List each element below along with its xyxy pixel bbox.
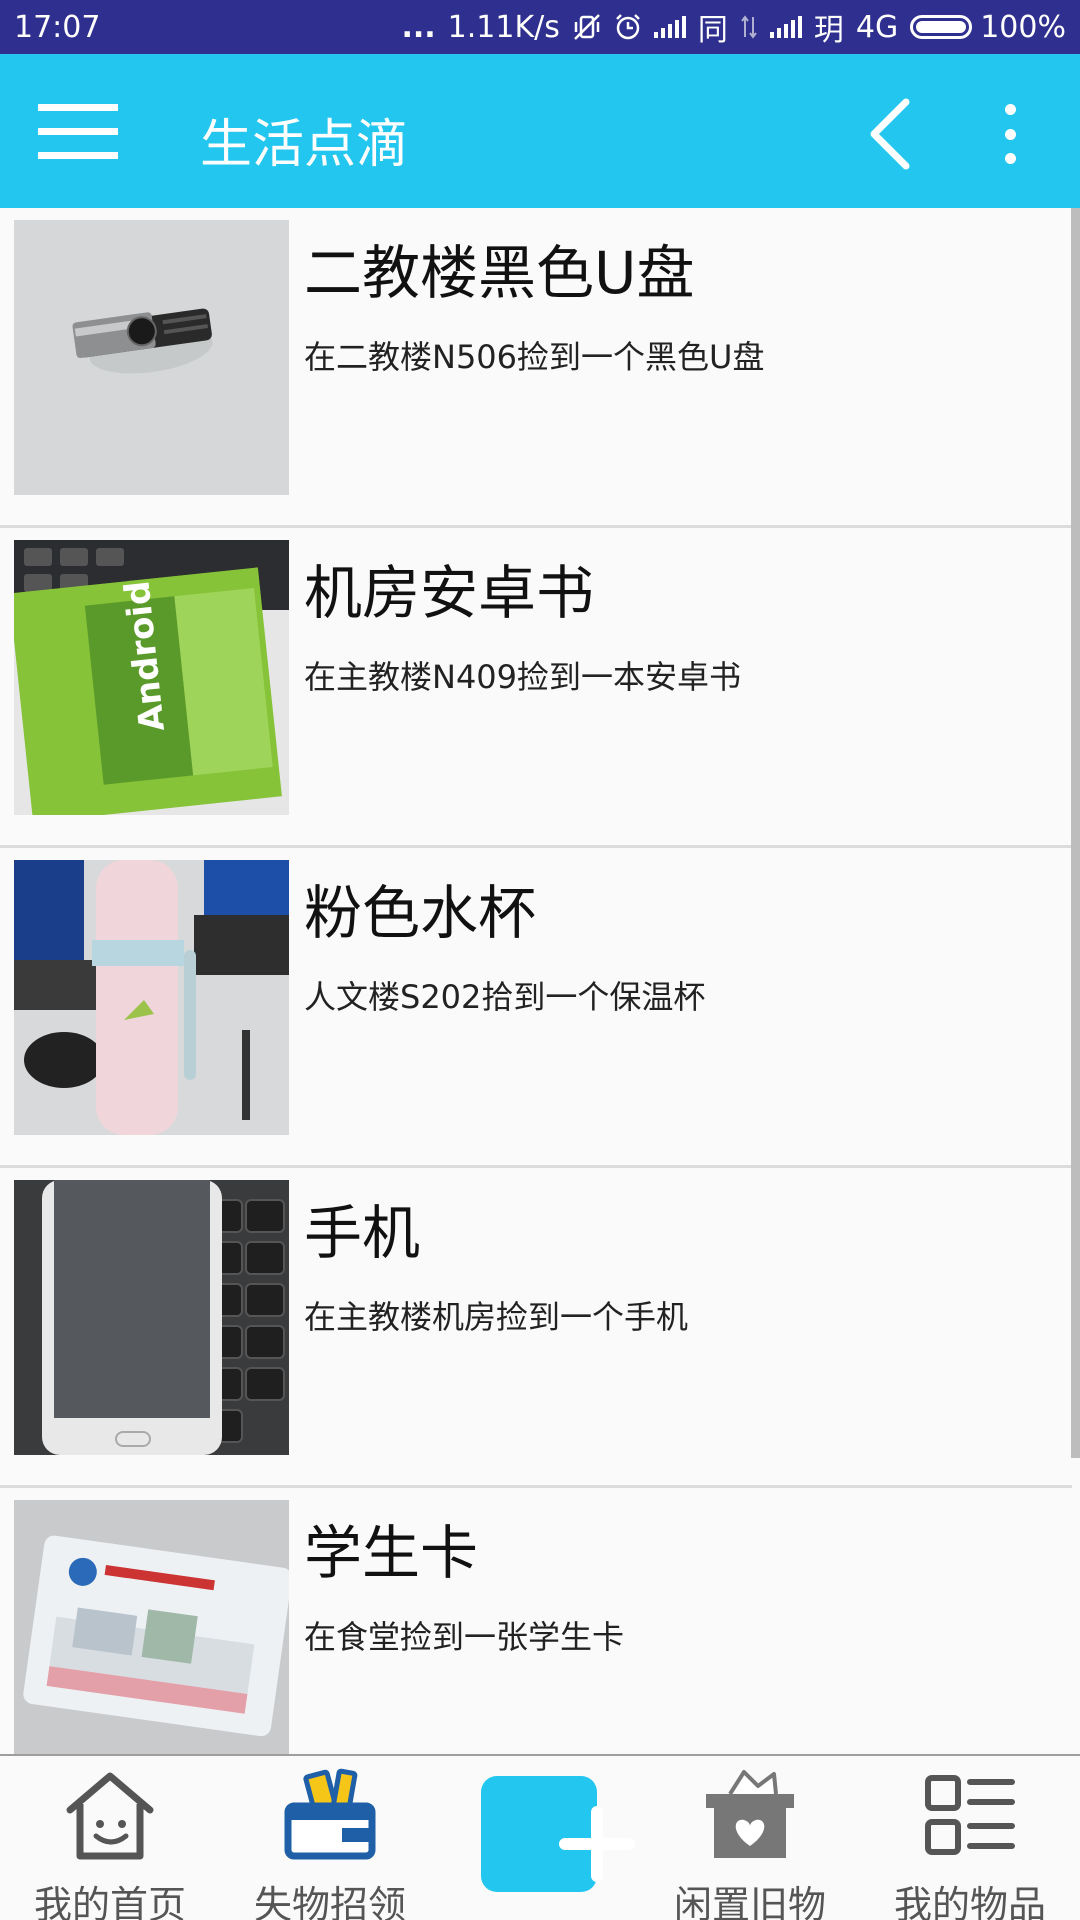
data-arrows-icon [740,13,758,41]
hamburger-menu-icon[interactable] [38,104,118,160]
list-item[interactable]: 粉色水杯 人文楼S202拾到一个保温杯 [0,848,1072,1168]
battery-level: 100% [980,9,1066,45]
tab-idle-items[interactable]: 闲置旧物 [642,1756,858,1920]
alarm-icon [614,13,642,41]
vibrate-off-icon [572,12,602,42]
status-time: 17:07 [14,9,101,45]
android-book-photo: Android [14,540,289,815]
item-title: 机房安卓书 [304,559,595,627]
home-icon [66,1772,154,1860]
sim1-label: 同 [697,13,728,48]
status-icons: ... 1.11K/s 同 玥 4G 100% [401,5,1066,49]
item-title: 粉色水杯 [304,879,537,947]
tab-label: 我的物品 [893,1883,1046,1920]
item-description: 在食堂捡到一张学生卡 [304,1618,625,1656]
bottom-nav: 我的首页 失物招领 闲置旧物 我的物品 [0,1754,1080,1920]
wallet-icon [284,1768,376,1860]
net-speed: 1.11K/s [447,9,560,45]
battery-indicator: 100% [910,10,1066,45]
item-description: 在主教楼N409捡到一本安卓书 [304,658,742,696]
network-type: 4G [855,9,899,45]
status-bar: 17:07 ... 1.11K/s 同 玥 4G 100% [0,0,1080,54]
battery-icon [910,15,973,39]
usb-drive-photo [14,220,289,495]
pink-cup-photo [14,860,289,1135]
item-list[interactable]: 二教楼黑色U盘 在二教楼N506捡到一个黑色U盘 Android 机房安卓书 在… [0,208,1072,1754]
item-description: 在主教楼机房捡到一个手机 [304,1298,689,1336]
item-title: 手机 [304,1199,421,1267]
item-description: 在二教楼N506捡到一个黑色U盘 [304,338,765,376]
list-icon [925,1775,1015,1855]
tab-add[interactable] [432,1756,648,1920]
list-item[interactable]: 手机 在主教楼机房捡到一个手机 [0,1168,1072,1488]
sim2-label: 玥 [813,13,844,48]
app-bar: 生活点滴 [0,54,1080,208]
item-description: 人文楼S202拾到一个保温杯 [304,978,706,1016]
tab-lost-and-found[interactable]: 失物招领 [222,1756,438,1920]
status-dots: ... [401,9,436,45]
student-card-photo [14,1500,289,1754]
more-vertical-icon[interactable] [990,104,1030,164]
tab-label: 失物招领 [253,1883,406,1920]
tab-home[interactable]: 我的首页 [2,1756,218,1920]
gift-box-icon [706,1770,794,1858]
item-title: 学生卡 [304,1519,479,1587]
list-item[interactable]: 学生卡 在食堂捡到一张学生卡 [0,1488,1072,1754]
add-icon [481,1776,635,1892]
list-item[interactable]: Android 机房安卓书 在主教楼N409捡到一本安卓书 [0,528,1072,848]
chevron-left-icon[interactable] [860,94,920,174]
tab-my-items[interactable]: 我的物品 [862,1756,1078,1920]
phone-photo [14,1180,289,1455]
list-item[interactable]: 二教楼黑色U盘 在二教楼N506捡到一个黑色U盘 [0,208,1072,528]
page-title: 生活点滴 [200,115,409,175]
tab-label: 闲置旧物 [673,1883,826,1920]
item-title: 二教楼黑色U盘 [304,239,695,307]
signal-icon-2 [769,16,802,38]
signal-icon-1 [653,16,686,38]
tab-label: 我的首页 [33,1883,186,1920]
scrollbar[interactable] [1071,208,1080,1458]
